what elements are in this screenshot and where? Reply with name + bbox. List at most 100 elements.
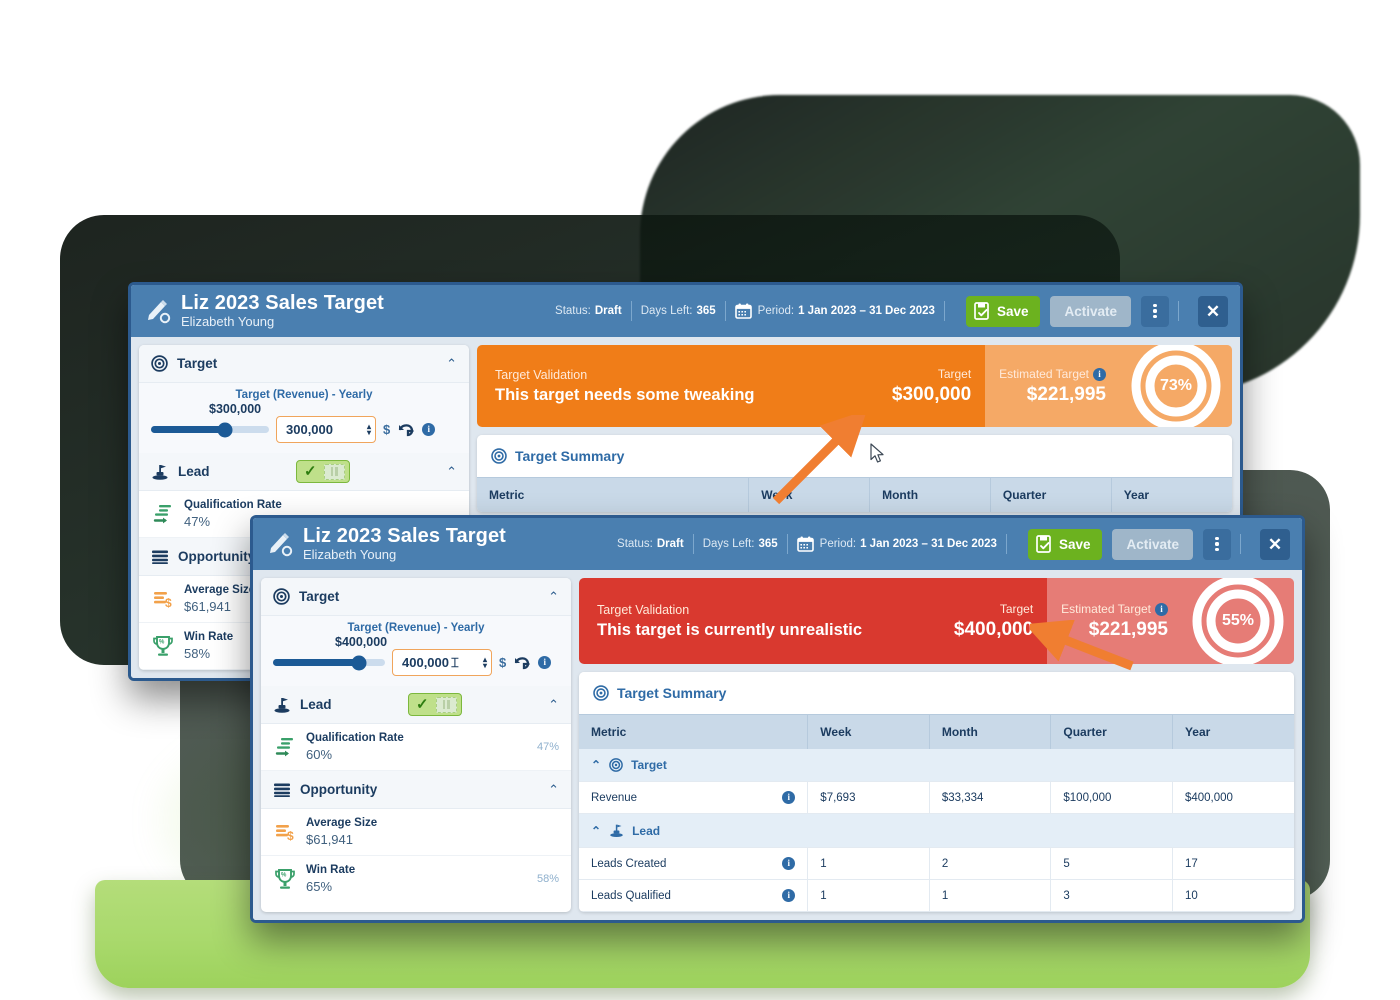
close-icon[interactable]: ✕ — [1260, 528, 1290, 560]
lead-toggle[interactable]: ✓ — [407, 693, 462, 716]
status-value: Draft — [594, 305, 622, 317]
lead-toggle[interactable]: ✓ — [295, 460, 350, 483]
chevron-up-icon[interactable]: ⌃ — [446, 357, 457, 370]
table-row[interactable]: Revenue i $7,693 $33,334 $100,000 $400,0… — [579, 781, 1294, 814]
activate-button[interactable]: Activate — [1112, 528, 1193, 560]
save-button[interactable]: Save — [1027, 528, 1103, 560]
target-icon — [593, 685, 609, 701]
page-title: Liz 2023 Sales Target — [303, 525, 506, 547]
info-icon[interactable]: i — [422, 423, 436, 436]
cell-week: $7,693 — [807, 781, 930, 814]
close-icon[interactable]: ✕ — [1198, 295, 1228, 327]
stepper-icon[interactable]: ▴ ▾ — [367, 422, 371, 436]
calendar-icon — [734, 303, 752, 319]
target-field-label: Target (Revenue) - Yearly — [235, 389, 373, 401]
svg-text:$: $ — [287, 829, 294, 843]
mouse-pointer — [870, 443, 884, 463]
cell-month: $33,334 — [929, 781, 1052, 814]
info-icon[interactable]: i — [782, 857, 796, 870]
screenshot-stage: Liz 2023 Sales Target Elizabeth Young St… — [0, 0, 1400, 1000]
table-row[interactable]: Leads Qualified i 1 1 3 10 — [579, 879, 1294, 912]
chevron-up-icon[interactable]: ⌃ — [548, 698, 559, 711]
target-slider-group-back: Target (Revenue) - Yearly $300,000 300,0… — [139, 383, 469, 453]
svg-text:$: $ — [165, 596, 172, 610]
cell-week: 1 — [807, 879, 930, 912]
chevron-up-icon[interactable]: ⌃ — [548, 783, 559, 796]
banner-message-block: Target Validation This target is current… — [579, 578, 940, 664]
table-group-row-lead[interactable]: ⌃ Lead — [579, 813, 1294, 848]
text-cursor-icon: ⌶ — [451, 655, 459, 670]
chevron-up-icon[interactable]: ⌃ — [446, 465, 457, 478]
undo-icon[interactable] — [397, 422, 415, 438]
sidebar-section-lead[interactable]: Lead ✓ ⌃ — [261, 686, 571, 724]
column-header-year[interactable]: Year — [1172, 714, 1294, 749]
info-icon[interactable]: i — [1155, 602, 1168, 616]
column-header-metric[interactable]: Metric — [579, 714, 809, 749]
info-icon[interactable]: i — [782, 889, 796, 902]
target-slider[interactable] — [151, 422, 269, 437]
metric-value: $61,941 — [306, 832, 353, 847]
chevron-up-icon[interactable]: ⌃ — [548, 590, 559, 603]
column-header-metric[interactable]: Metric — [477, 477, 750, 512]
owner-name: Elizabeth Young — [303, 547, 397, 562]
banner-target-value: $300,000 — [891, 384, 972, 405]
cell-year: 10 — [1172, 879, 1294, 912]
table-group-row-target[interactable]: ⌃ Target — [579, 749, 1294, 782]
more-options-icon[interactable] — [1203, 528, 1231, 560]
divider — [1178, 301, 1179, 321]
activate-button[interactable]: Activate — [1050, 295, 1131, 327]
banner-target-caption: Target — [999, 602, 1034, 616]
cell-year: $400,000 — [1172, 781, 1294, 814]
more-options-icon[interactable] — [1141, 295, 1169, 327]
divider — [1240, 534, 1241, 554]
save-button[interactable]: Save — [965, 295, 1041, 327]
column-header-quarter[interactable]: Quarter — [990, 477, 1112, 512]
cell-quarter: 3 — [1050, 879, 1173, 912]
target-icon — [151, 355, 168, 372]
metric-row-qualification-rate[interactable]: Qualification Rate 60% 47% — [261, 724, 571, 771]
column-header-month[interactable]: Month — [869, 477, 991, 512]
column-header-month[interactable]: Month — [929, 714, 1052, 749]
currency-symbol: $ — [383, 422, 391, 437]
column-header-quarter[interactable]: Quarter — [1050, 714, 1173, 749]
target-slider[interactable] — [273, 655, 385, 670]
target-icon — [491, 448, 507, 464]
chevron-up-icon[interactable]: ⌃ — [591, 758, 601, 772]
pause-icon — [435, 696, 457, 713]
period-meta: Period: 1 Jan 2023 – 31 Dec 2023 — [757, 305, 935, 317]
card-title: Target Summary — [515, 448, 625, 464]
target-slider-group-front: Target (Revenue) - Yearly $400,000 400,0… — [261, 616, 571, 686]
metric-secondary-value: 58% — [536, 873, 559, 885]
opportunity-list-icon — [274, 783, 290, 797]
sidebar-section-opportunity[interactable]: Opportunity ⌃ — [261, 771, 571, 809]
sidebar-section-target[interactable]: Target ⌃ — [261, 578, 571, 616]
section-title: Opportunity — [300, 782, 378, 797]
banner-message: This target needs some tweaking — [495, 386, 755, 404]
row-metric-name: Revenue — [591, 791, 638, 804]
metric-row-average-size[interactable]: $ Average Size $61,941 — [261, 809, 571, 856]
row-metric-name: Leads Created — [591, 857, 667, 870]
column-header-week[interactable]: Week — [807, 714, 930, 749]
info-icon[interactable]: i — [1093, 367, 1106, 381]
donut-percent: 73% — [1159, 377, 1193, 394]
column-header-year[interactable]: Year — [1111, 477, 1232, 512]
metric-name: Average Size — [306, 817, 378, 829]
sidebar-section-lead[interactable]: Lead ✓ ⌃ — [139, 453, 469, 491]
table-row[interactable]: Leads Created i 1 2 5 17 — [579, 847, 1294, 880]
target-amount-input[interactable]: 300,000 ▴ ▾ — [276, 416, 376, 443]
calendar-icon — [796, 536, 814, 552]
stepper-icon[interactable]: ▴ ▾ — [483, 655, 487, 669]
metric-name: Average Size — [184, 584, 256, 596]
metric-row-win-rate[interactable]: % Win Rate 65% 58% — [261, 856, 571, 902]
divider — [692, 534, 694, 554]
sidebar-section-target[interactable]: Target ⌃ — [139, 345, 469, 383]
row-metric-name: Leads Qualified — [591, 889, 671, 902]
chevron-up-icon[interactable]: ⌃ — [591, 824, 601, 838]
info-icon[interactable]: i — [538, 656, 552, 669]
target-amount-input[interactable]: 400,000 ⌶ ▴ ▾ — [392, 649, 492, 676]
banner-estimated-value: $221,995 — [1026, 384, 1106, 405]
info-icon[interactable]: i — [782, 791, 796, 804]
group-label: Lead — [632, 823, 661, 838]
group-label: Target — [631, 758, 667, 772]
undo-icon[interactable] — [513, 655, 531, 671]
